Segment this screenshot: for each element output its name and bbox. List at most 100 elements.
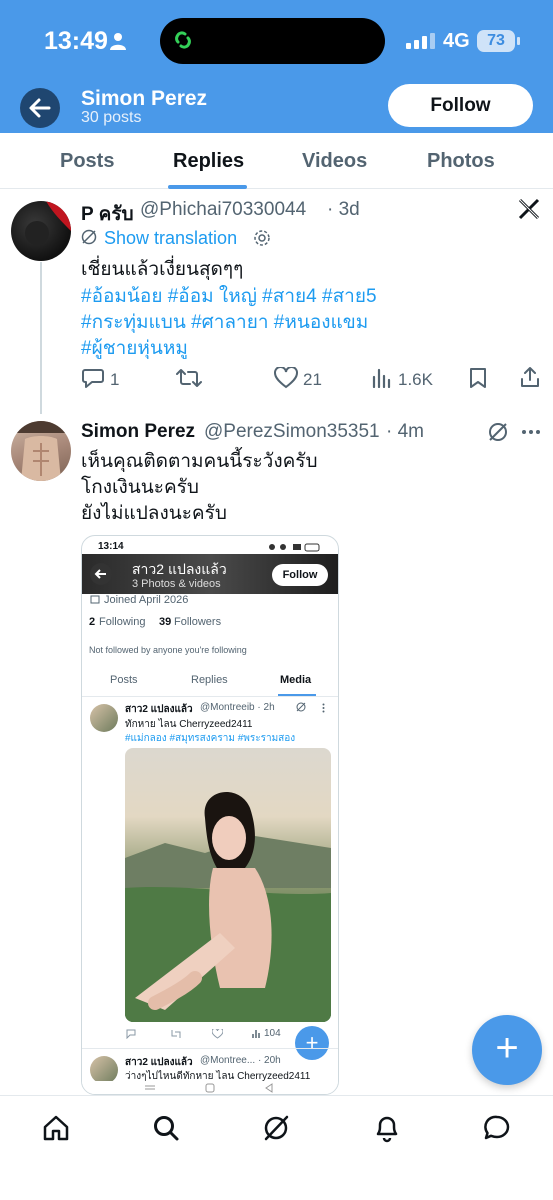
shot-media-photo	[125, 748, 331, 1022]
repost-icon[interactable]	[176, 368, 202, 388]
shot-tabs-divider	[82, 696, 338, 697]
shot-following-count: 2	[89, 616, 96, 628]
shot-avatar	[90, 704, 118, 732]
shot-followers-label: Followers	[174, 616, 222, 628]
shot-post-text: ทักหาย ไลน Cherryzeed2411	[125, 719, 253, 730]
signal-icon	[406, 33, 435, 49]
thread-line	[40, 262, 42, 414]
battery-indicator: 73	[477, 30, 515, 52]
avatar-image	[25, 201, 71, 245]
shot-not-followed: Not followed by anyone you're following	[89, 645, 247, 655]
show-translation-link[interactable]: Show translation	[104, 228, 237, 249]
avatar[interactable]	[11, 421, 71, 481]
shot-status-icons	[269, 543, 320, 552]
photo-illustration	[125, 791, 331, 1022]
status-bar: 13:49 4G 73	[0, 0, 553, 80]
home-icon[interactable]	[42, 1114, 70, 1142]
compose-button[interactable]: +	[472, 1015, 542, 1085]
views-icon	[252, 1030, 260, 1038]
post-text-line: ยังไม่แปลงนะครับ	[81, 503, 227, 524]
post-text-line: โกงเงินนะครับ	[81, 477, 199, 498]
grok-icon[interactable]	[487, 421, 509, 443]
gear-icon[interactable]	[253, 229, 271, 247]
post-author-name[interactable]: P ครับ	[81, 199, 134, 229]
profile-name: Simon Perez	[81, 87, 208, 110]
share-icon[interactable]	[519, 366, 541, 388]
tab-replies[interactable]: Replies	[173, 150, 244, 173]
post-author-name[interactable]: Simon Perez	[81, 421, 195, 443]
back-button[interactable]	[20, 88, 60, 128]
shot-post-handle: @Montreeib · 2h	[200, 702, 275, 713]
battery-tip	[517, 37, 520, 45]
reply-icon	[126, 1029, 136, 1039]
grok-icon[interactable]	[262, 1114, 290, 1142]
shot-back-button	[90, 563, 112, 585]
post-hashtags-line[interactable]: #กระทุ่มแบน #ศาลายา #หนองแขม	[81, 309, 368, 336]
shot-followers-count: 39	[159, 616, 172, 628]
shot-view-count: 104	[264, 1028, 281, 1039]
translate-icon	[81, 229, 97, 245]
tab-videos[interactable]: Videos	[302, 150, 367, 173]
more-icon	[322, 703, 325, 713]
person-icon	[110, 33, 126, 50]
profile-post-count: 30 posts	[81, 109, 142, 126]
shot-profile-sub: 3 Photos & videos	[132, 578, 221, 590]
profile-tabs: Posts Replies Videos Photos	[0, 133, 553, 189]
shot-post2-name: สาว2 แปลงแล้ว	[125, 1057, 193, 1068]
shot-post-name: สาว2 แปลงแล้ว	[125, 704, 193, 715]
heart-icon[interactable]	[274, 367, 298, 389]
post-author-handle[interactable]: @Phichai70330044	[140, 199, 306, 221]
link-icon	[169, 26, 197, 54]
grok-icon	[296, 702, 306, 712]
tab-photos[interactable]: Photos	[427, 150, 495, 173]
shot-status-time: 13:14	[98, 541, 124, 552]
reply-icon[interactable]	[81, 367, 105, 389]
post-hashtags-line[interactable]: #อ้อมน้อย #อ้อม ใหญ่ #สาย4 #สาย5	[81, 283, 377, 310]
shot-nav-icons	[145, 1083, 273, 1093]
shot-following-label: Following	[99, 616, 146, 628]
avatar-image	[11, 421, 71, 481]
shot-nav-bar	[82, 1081, 338, 1094]
bottom-nav	[0, 1095, 553, 1200]
shot-post-tags: #แม่กลอง #สมุทรสงคราม #พระรามสอง	[125, 733, 296, 744]
shot-divider	[82, 1048, 338, 1049]
network-type: 4G	[443, 30, 470, 52]
attached-screenshot[interactable]: 13:14 สาว2 แปลงแล้ว 3 Photos & videos Fo…	[81, 535, 339, 1095]
post-text: เชี่ยนแล้วเงี่ยนสุดๆๆ	[81, 259, 244, 280]
post-author-handle[interactable]: @PerezSimon35351	[204, 421, 380, 443]
post-time: · 4m	[386, 421, 424, 442]
shot-tab-media: Media	[280, 674, 312, 686]
shot-follow-button: Follow	[272, 564, 328, 586]
heart-icon	[212, 1029, 223, 1039]
shot-avatar	[90, 1056, 118, 1084]
shot-post2-handle: @Montree... · 20h	[200, 1055, 281, 1066]
shot-tab-indicator	[278, 694, 316, 696]
post-hashtags-line[interactable]: #ผู้ชายหุ่นหมู	[81, 335, 188, 362]
shot-tab-replies: Replies	[191, 674, 228, 686]
shot-compose-fab: +	[295, 1026, 329, 1060]
avatar[interactable]	[11, 201, 71, 261]
follow-button[interactable]: Follow	[388, 84, 533, 127]
shot-tab-posts: Posts	[110, 674, 138, 686]
active-tab-indicator	[168, 185, 247, 189]
reply-count: 1	[110, 370, 120, 389]
tab-posts[interactable]: Posts	[60, 150, 114, 173]
calendar-icon	[90, 595, 100, 604]
messages-icon[interactable]	[483, 1114, 511, 1142]
views-icon[interactable]	[372, 368, 392, 388]
like-count: 21	[303, 370, 322, 389]
repost-icon	[171, 1030, 181, 1038]
shot-joined: Joined April 2026	[104, 594, 189, 606]
x-logo-icon	[518, 198, 540, 220]
profile-header: 13:49 4G 73 Simon Perez 30 posts Follow	[0, 0, 553, 133]
post-time: · 3d	[327, 199, 360, 220]
status-time: 13:49	[44, 27, 108, 55]
post-text-line: เห็นคุณติดตามคนนี้ระวังครับ	[81, 451, 318, 472]
search-icon[interactable]	[152, 1114, 180, 1142]
arrow-left-icon	[29, 98, 51, 118]
bell-icon[interactable]	[373, 1113, 401, 1143]
arrow-left-icon	[94, 569, 106, 579]
more-icon[interactable]	[521, 429, 541, 435]
bookmark-icon[interactable]	[469, 367, 487, 389]
view-count: 1.6K	[398, 370, 433, 389]
